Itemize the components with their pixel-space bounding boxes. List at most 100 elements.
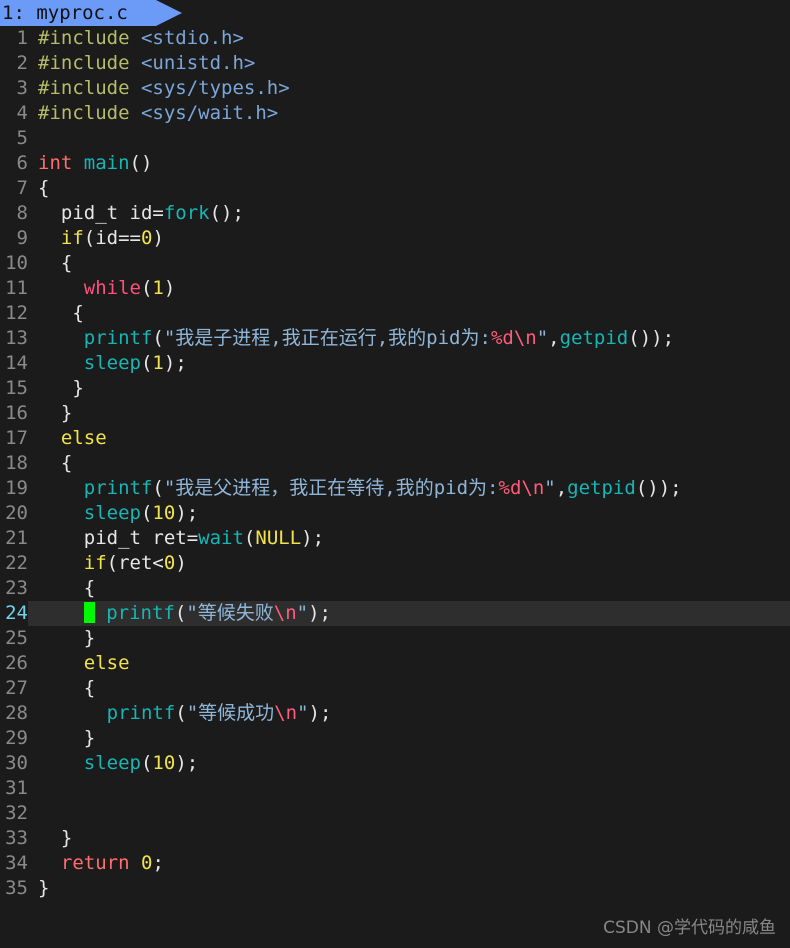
line-content[interactable]: while(1) bbox=[28, 276, 790, 301]
line-number: 21 bbox=[5, 527, 28, 549]
code-line-5[interactable]: 5 bbox=[0, 126, 790, 151]
line-number: 28 bbox=[5, 702, 28, 724]
code-line-16[interactable]: 16 } bbox=[0, 401, 790, 426]
code-line-14[interactable]: 14 sleep(1); bbox=[0, 351, 790, 376]
line-content[interactable]: } bbox=[28, 376, 790, 401]
tab-label: 1: myproc.c bbox=[2, 2, 128, 24]
text-cursor bbox=[83, 602, 95, 623]
line-number: 25 bbox=[5, 627, 28, 649]
line-number: 10 bbox=[5, 252, 28, 274]
code-line-8[interactable]: 8 pid_t id=fork(); bbox=[0, 201, 790, 226]
code-line-31[interactable]: 31 bbox=[0, 776, 790, 801]
line-number: 27 bbox=[5, 677, 28, 699]
code-line-10[interactable]: 10 { bbox=[0, 251, 790, 276]
line-content[interactable]: printf("等候成功\n"); bbox=[28, 701, 790, 726]
line-number: 2 bbox=[16, 52, 28, 74]
line-number: 11 bbox=[5, 277, 28, 299]
line-number: 19 bbox=[5, 477, 28, 499]
line-content[interactable]: if(id==0) bbox=[28, 226, 790, 251]
line-content[interactable]: { bbox=[28, 676, 790, 701]
line-number: 33 bbox=[5, 827, 28, 849]
line-content[interactable]: return 0; bbox=[28, 851, 790, 876]
line-number: 34 bbox=[5, 852, 28, 874]
line-content[interactable]: } bbox=[28, 401, 790, 426]
line-content[interactable]: #include <stdio.h> bbox=[28, 26, 790, 51]
code-line-19[interactable]: 19 printf("我是父进程，我正在等待,我的pid为:%d\n",getp… bbox=[0, 476, 790, 501]
csdn-watermark: CSDN @学代码的咸鱼 bbox=[603, 918, 776, 938]
line-number: 5 bbox=[16, 127, 28, 149]
code-line-9[interactable]: 9 if(id==0) bbox=[0, 226, 790, 251]
line-content[interactable]: } bbox=[28, 826, 790, 851]
code-editor[interactable]: 1 #include <stdio.h> 2 #include <unistd.… bbox=[0, 26, 790, 901]
code-line-29[interactable]: 29 } bbox=[0, 726, 790, 751]
code-line-30[interactable]: 30 sleep(10); bbox=[0, 751, 790, 776]
line-content[interactable]: { bbox=[28, 576, 790, 601]
code-line-35[interactable]: 35 } bbox=[0, 876, 790, 901]
code-line-21[interactable]: 21 pid_t ret=wait(NULL); bbox=[0, 526, 790, 551]
line-number: 1 bbox=[16, 27, 28, 49]
line-number: 9 bbox=[16, 227, 28, 249]
line-number: 20 bbox=[5, 502, 28, 524]
line-content[interactable]: { bbox=[28, 176, 790, 201]
tab-bar: 1: myproc.c bbox=[0, 0, 790, 26]
code-line-28[interactable]: 28 printf("等候成功\n"); bbox=[0, 701, 790, 726]
code-line-18[interactable]: 18 { bbox=[0, 451, 790, 476]
line-number: 15 bbox=[5, 377, 28, 399]
line-number: 17 bbox=[5, 427, 28, 449]
code-line-6[interactable]: 6 int main() bbox=[0, 151, 790, 176]
line-content[interactable]: sleep(1); bbox=[28, 351, 790, 376]
line-content[interactable]: } bbox=[28, 876, 790, 901]
line-content[interactable]: else bbox=[28, 651, 790, 676]
code-line-13[interactable]: 13 printf("我是子进程,我正在运行,我的pid为:%d\n",getp… bbox=[0, 326, 790, 351]
code-line-1[interactable]: 1 #include <stdio.h> bbox=[0, 26, 790, 51]
code-line-3[interactable]: 3 #include <sys/types.h> bbox=[0, 76, 790, 101]
code-line-22[interactable]: 22 if(ret<0) bbox=[0, 551, 790, 576]
line-content[interactable]: if(ret<0) bbox=[28, 551, 790, 576]
code-line-32[interactable]: 32 bbox=[0, 801, 790, 826]
line-content[interactable]: pid_t ret=wait(NULL); bbox=[28, 526, 790, 551]
code-line-25[interactable]: 25 } bbox=[0, 626, 790, 651]
line-content[interactable]: sleep(10); bbox=[28, 751, 790, 776]
line-number: 3 bbox=[16, 77, 28, 99]
code-line-20[interactable]: 20 sleep(10); bbox=[0, 501, 790, 526]
line-content[interactable]: } bbox=[28, 626, 790, 651]
line-number: 7 bbox=[16, 177, 28, 199]
line-content[interactable]: { bbox=[28, 301, 790, 326]
tab-myproc-c[interactable]: 1: myproc.c bbox=[0, 0, 156, 26]
line-number: 6 bbox=[16, 152, 28, 174]
code-line-17[interactable]: 17 else bbox=[0, 426, 790, 451]
code-line-33[interactable]: 33 } bbox=[0, 826, 790, 851]
line-content[interactable]: printf("等候失败\n"); bbox=[28, 601, 790, 626]
line-content[interactable]: #include <sys/types.h> bbox=[28, 76, 790, 101]
code-line-24-current[interactable]: 24 printf("等候失败\n"); bbox=[0, 601, 790, 626]
code-line-34[interactable]: 34 return 0; bbox=[0, 851, 790, 876]
code-line-15[interactable]: 15 } bbox=[0, 376, 790, 401]
line-content[interactable]: pid_t id=fork(); bbox=[28, 201, 790, 226]
line-number: 31 bbox=[5, 777, 28, 799]
line-number: 8 bbox=[16, 202, 28, 224]
line-content[interactable]: { bbox=[28, 451, 790, 476]
line-number: 26 bbox=[5, 652, 28, 674]
line-number: 16 bbox=[5, 402, 28, 424]
line-number: 30 bbox=[5, 752, 28, 774]
line-content[interactable]: #include <unistd.h> bbox=[28, 51, 790, 76]
line-content[interactable]: else bbox=[28, 426, 790, 451]
line-content[interactable]: printf("我是子进程,我正在运行,我的pid为:%d\n",getpid(… bbox=[28, 326, 790, 351]
code-line-27[interactable]: 27 { bbox=[0, 676, 790, 701]
line-content[interactable]: printf("我是父进程，我正在等待,我的pid为:%d\n",getpid(… bbox=[28, 476, 790, 501]
code-line-2[interactable]: 2 #include <unistd.h> bbox=[0, 51, 790, 76]
code-line-12[interactable]: 12 { bbox=[0, 301, 790, 326]
code-line-23[interactable]: 23 { bbox=[0, 576, 790, 601]
tab-arrow-shape bbox=[156, 0, 182, 26]
line-content[interactable]: } bbox=[28, 726, 790, 751]
line-content[interactable]: sleep(10); bbox=[28, 501, 790, 526]
code-line-7[interactable]: 7 { bbox=[0, 176, 790, 201]
line-content[interactable]: { bbox=[28, 251, 790, 276]
code-line-11[interactable]: 11 while(1) bbox=[0, 276, 790, 301]
line-content[interactable]: #include <sys/wait.h> bbox=[28, 101, 790, 126]
code-line-26[interactable]: 26 else bbox=[0, 651, 790, 676]
line-content[interactable]: int main() bbox=[28, 151, 790, 176]
line-number: 29 bbox=[5, 727, 28, 749]
code-line-4[interactable]: 4 #include <sys/wait.h> bbox=[0, 101, 790, 126]
line-number: 18 bbox=[5, 452, 28, 474]
